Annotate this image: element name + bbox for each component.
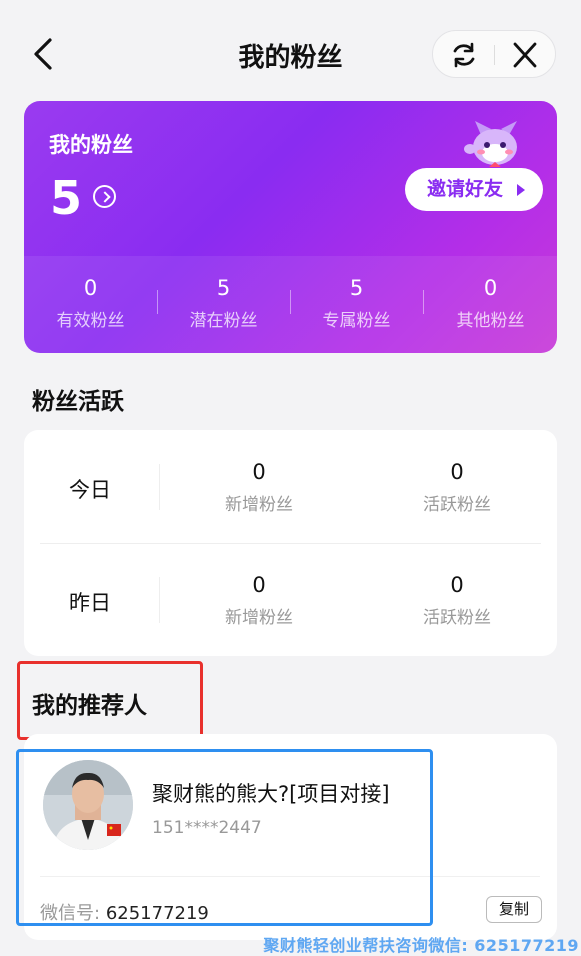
new-fans-label: 新增粉丝 bbox=[225, 608, 293, 628]
activity-section-title: 粉丝活跃 bbox=[32, 389, 124, 415]
play-arrow-icon bbox=[517, 184, 525, 196]
mascot-icon bbox=[464, 121, 517, 167]
stat-value: 5 bbox=[349, 276, 364, 300]
stat-effective-fans[interactable]: 0 有效粉丝 bbox=[24, 276, 157, 331]
highlight-box-blue bbox=[16, 749, 433, 926]
new-fans-cell: 0 新增粉丝 bbox=[199, 460, 319, 515]
stat-value: 0 bbox=[83, 276, 98, 300]
stat-potential-fans[interactable]: 5 潜在粉丝 bbox=[157, 276, 290, 331]
activity-row-today: 今日 0 新增粉丝 0 活跃粉丝 bbox=[24, 430, 557, 542]
row-divider bbox=[159, 577, 160, 623]
active-fans-cell: 0 活跃粉丝 bbox=[397, 573, 517, 628]
stat-label: 专属粉丝 bbox=[322, 311, 391, 331]
stat-value: 5 bbox=[216, 276, 231, 300]
new-fans-cell: 0 新增粉丝 bbox=[199, 573, 319, 628]
top-bar: 我的粉丝 bbox=[0, 20, 581, 90]
active-fans-value: 0 bbox=[450, 460, 464, 484]
row-divider bbox=[159, 464, 160, 510]
active-fans-label: 活跃粉丝 bbox=[423, 495, 491, 515]
capsule-divider bbox=[494, 45, 495, 65]
activity-row-yesterday: 昨日 0 新增粉丝 0 活跃粉丝 bbox=[24, 543, 557, 655]
stat-label: 其他粉丝 bbox=[456, 311, 525, 331]
invite-friends-label: 邀请好友 bbox=[427, 178, 504, 200]
stat-other-fans[interactable]: 0 其他粉丝 bbox=[424, 276, 557, 331]
stat-label: 有效粉丝 bbox=[56, 311, 125, 331]
stat-label: 潜在粉丝 bbox=[189, 311, 258, 331]
new-fans-value: 0 bbox=[252, 460, 266, 484]
new-fans-label: 新增粉丝 bbox=[225, 495, 293, 515]
active-fans-label: 活跃粉丝 bbox=[423, 608, 491, 628]
fans-summary-card: 我的粉丝 5 邀请好友 0 有效粉丝 5 潜在粉丝 5 专属粉丝 0 其他粉丝 bbox=[24, 101, 557, 353]
stat-value: 0 bbox=[483, 276, 498, 300]
active-fans-value: 0 bbox=[450, 573, 464, 597]
invite-friends-button[interactable]: 邀请好友 bbox=[405, 168, 543, 211]
activity-card: 今日 0 新增粉丝 0 活跃粉丝 昨日 0 新增粉丝 0 活跃粉丝 bbox=[24, 430, 557, 656]
fans-card-title: 我的粉丝 bbox=[49, 133, 133, 157]
fans-stats-row: 0 有效粉丝 5 潜在粉丝 5 专属粉丝 0 其他粉丝 bbox=[24, 256, 557, 353]
fans-detail-arrow-icon[interactable] bbox=[93, 185, 116, 208]
highlight-box-red bbox=[17, 661, 203, 740]
watermark-text: 聚财熊轻创业帮扶咨询微信: 625177219 bbox=[263, 936, 579, 955]
close-icon[interactable] bbox=[510, 41, 540, 69]
new-fans-value: 0 bbox=[252, 573, 266, 597]
active-fans-cell: 0 活跃粉丝 bbox=[397, 460, 517, 515]
mini-program-capsule bbox=[432, 30, 556, 78]
stat-exclusive-fans[interactable]: 5 专属粉丝 bbox=[290, 276, 423, 331]
copy-button[interactable]: 复制 bbox=[486, 896, 542, 923]
day-label: 今日 bbox=[69, 478, 111, 502]
day-label: 昨日 bbox=[69, 591, 111, 615]
refresh-icon[interactable] bbox=[449, 41, 479, 69]
fans-count[interactable]: 5 bbox=[50, 171, 82, 225]
